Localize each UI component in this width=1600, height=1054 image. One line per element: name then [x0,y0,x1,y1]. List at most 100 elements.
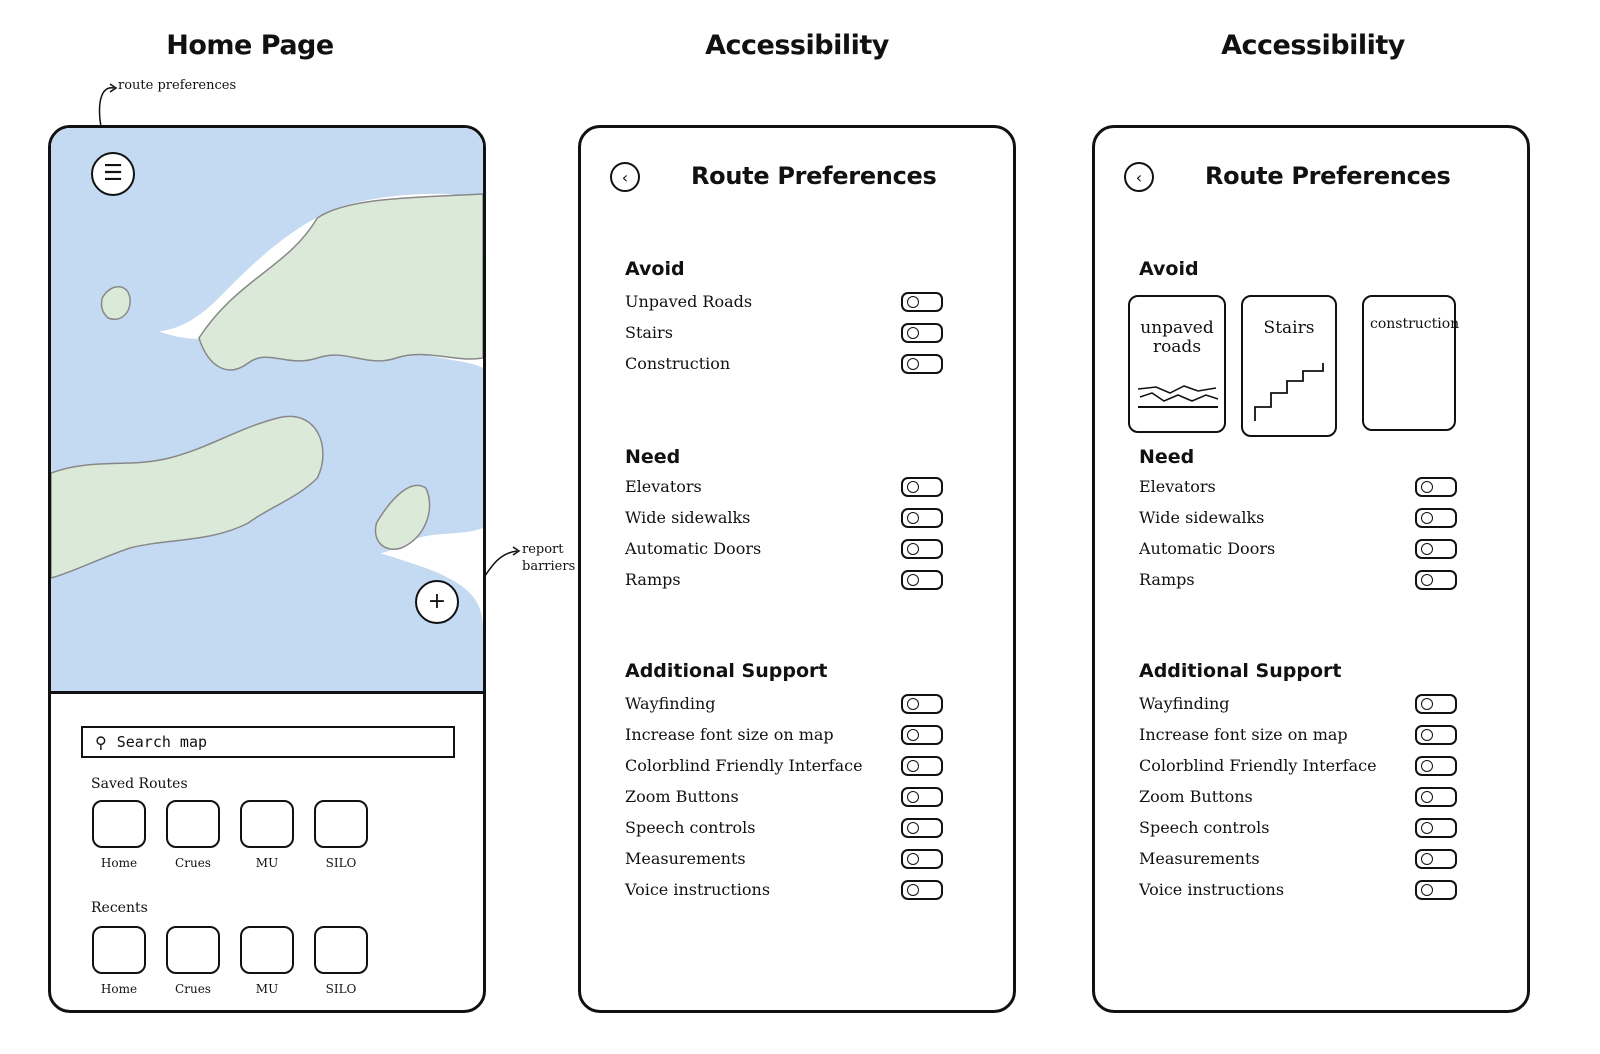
toggle-switch[interactable] [1415,539,1457,559]
saved-route-label: SILO [325,856,357,870]
toggle-switch[interactable] [901,756,943,776]
option-label: Automatic Doors [1139,539,1276,558]
plus-icon: + [427,589,447,614]
toggle-knob [1421,512,1433,524]
toggle-knob [907,358,919,370]
support-option-font-size: Increase font size on map [1139,723,1457,749]
toggle-knob [1421,481,1433,493]
support-option-voice-instructions: Voice instructions [625,878,943,904]
need-option-ramps: Ramps [1139,568,1457,594]
need-option-automatic-doors: Automatic Doors [1139,537,1457,563]
toggle-switch[interactable] [901,880,943,900]
recent-tile[interactable]: Crues [165,926,221,996]
toggle-knob [907,512,919,524]
recent-label: Crues [175,982,211,996]
toggle-knob [907,791,919,803]
toggle-switch[interactable] [901,354,943,374]
avoid-option-stairs: Stairs [625,321,943,347]
toggle-switch[interactable] [1415,880,1457,900]
home-phone-frame: ☰ + ⚲ Search map Saved Routes Home Crues… [48,125,486,1013]
support-option-zoom-buttons: Zoom Buttons [625,785,943,811]
back-button[interactable]: ‹ [1124,162,1154,192]
toggle-knob [1421,791,1433,803]
option-label: Elevators [625,477,702,496]
option-label: Stairs [625,323,673,342]
saved-route-label: Crues [175,856,211,870]
toggle-switch[interactable] [901,694,943,714]
toggle-knob [907,543,919,555]
toggle-switch[interactable] [1415,477,1457,497]
report-barrier-button[interactable]: + [415,580,459,624]
report-barriers-note: report barriers [522,542,576,574]
menu-button[interactable]: ☰ [91,152,135,196]
need-option-wide-sidewalks: Wide sidewalks [625,506,943,532]
option-label: Construction [625,354,731,373]
need-option-automatic-doors: Automatic Doors [625,537,943,563]
recent-tile[interactable]: Home [91,926,147,996]
saved-route-tile[interactable]: Home [91,800,147,870]
avoid-card-unpaved-roads[interactable]: unpaved roads [1128,295,1226,433]
option-label: Wide sidewalks [1139,508,1265,527]
need-heading: Need [625,446,681,468]
toggle-knob [907,884,919,896]
toggle-switch[interactable] [901,818,943,838]
toggle-switch[interactable] [901,787,943,807]
option-label: Colorblind Friendly Interface [625,756,863,775]
toggle-knob [1421,574,1433,586]
toggle-switch[interactable] [901,570,943,590]
toggle-switch[interactable] [1415,818,1457,838]
route-thumbnail [166,800,220,848]
recent-tile[interactable]: MU [239,926,295,996]
saved-route-tile[interactable]: SILO [313,800,369,870]
option-label: Speech controls [1139,818,1270,837]
toggle-switch[interactable] [901,539,943,559]
home-page-title: Home Page [166,30,334,61]
back-button[interactable]: ‹ [610,162,640,192]
menu-icon: ☰ [103,161,123,186]
recent-label: MU [255,982,279,996]
saved-route-tile[interactable]: Crues [165,800,221,870]
toggle-switch[interactable] [1415,694,1457,714]
avoid-card-stairs[interactable]: Stairs [1241,295,1337,437]
support-option-measurements: Measurements [1139,847,1457,873]
support-heading: Additional Support [625,660,828,682]
saved-route-label: Home [100,856,138,870]
toggle-knob [907,729,919,741]
toggle-switch[interactable] [1415,787,1457,807]
search-input[interactable]: ⚲ Search map [81,726,455,758]
option-label: Measurements [625,849,746,868]
option-label: Zoom Buttons [625,787,739,806]
option-label: Zoom Buttons [1139,787,1253,806]
route-thumbnail [314,800,368,848]
preferences-header: ‹ Route Preferences [1095,162,1527,202]
saved-route-label: MU [255,856,279,870]
option-label: Automatic Doors [625,539,762,558]
toggle-switch[interactable] [901,725,943,745]
toggle-switch[interactable] [901,849,943,869]
toggle-knob [907,481,919,493]
route-thumbnail [92,800,146,848]
toggle-knob [907,574,919,586]
toggle-switch[interactable] [1415,756,1457,776]
toggle-knob [907,853,919,865]
accessibility-title-1: Accessibility [705,30,889,61]
recent-tile[interactable]: SILO [313,926,369,996]
toggle-switch[interactable] [901,508,943,528]
support-option-colorblind: Colorblind Friendly Interface [625,754,943,780]
toggle-switch[interactable] [1415,849,1457,869]
option-label: Speech controls [625,818,756,837]
option-label: Elevators [1139,477,1216,496]
accessibility-title-2: Accessibility [1221,30,1405,61]
toggle-knob [907,296,919,308]
toggle-switch[interactable] [901,323,943,343]
toggle-switch[interactable] [901,477,943,497]
toggle-switch[interactable] [1415,570,1457,590]
avoid-card-construction[interactable]: construction [1362,295,1459,431]
chevron-left-icon: ‹ [1135,167,1143,187]
toggle-switch[interactable] [1415,508,1457,528]
recents-label: Recents [91,900,148,916]
toggle-switch[interactable] [901,292,943,312]
saved-route-tile[interactable]: MU [239,800,295,870]
route-thumbnail [240,800,294,848]
toggle-switch[interactable] [1415,725,1457,745]
